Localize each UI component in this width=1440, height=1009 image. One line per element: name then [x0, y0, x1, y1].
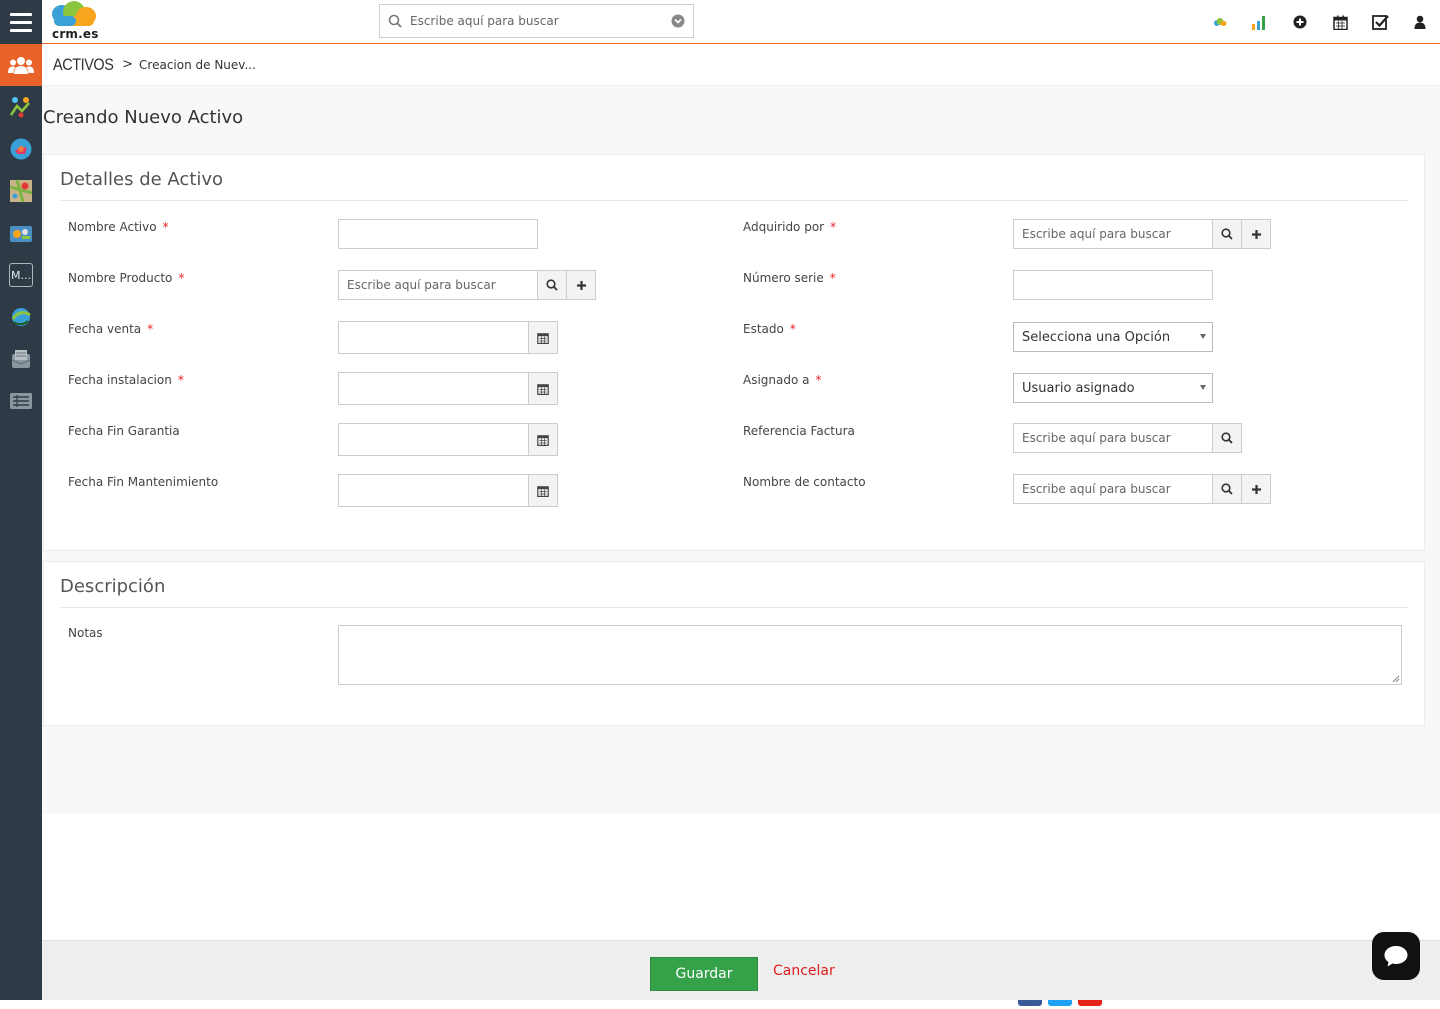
breadcrumb-separator: > — [122, 57, 134, 72]
nombre-contacto-label: Nombre de contacto — [743, 475, 866, 489]
calendar-icon[interactable] — [1320, 0, 1360, 44]
add-icon[interactable] — [1242, 474, 1271, 504]
menu-icon[interactable] — [0, 0, 42, 44]
twitter-icon[interactable] — [1048, 1000, 1072, 1006]
top-bar: crm.es — [0, 0, 1440, 44]
m-icon[interactable]: M... — [0, 254, 42, 296]
referencia-factura-input[interactable]: Escribe aquí para buscar — [1013, 423, 1213, 453]
sales-icon[interactable] — [0, 128, 42, 170]
breadcrumb-current: Creacion de Nuev... — [139, 57, 256, 72]
nombre-producto-field: Escribe aquí para buscar — [338, 270, 596, 300]
global-search-input[interactable] — [410, 6, 663, 36]
page-title: Creando Nuevo Activo — [43, 107, 244, 128]
asignado-a-select[interactable]: Usuario asignado — [1013, 373, 1213, 403]
search-icon[interactable] — [1213, 474, 1242, 504]
calendar-icon[interactable] — [529, 423, 558, 456]
cancel-link[interactable]: Cancelar — [773, 963, 835, 979]
chat-icon[interactable] — [1372, 932, 1420, 980]
fecha-venta-input[interactable] — [338, 321, 529, 354]
adquirido-por-label: Adquirido por * — [743, 220, 837, 234]
user-icon[interactable] — [1400, 0, 1440, 44]
youtube-icon[interactable] — [1078, 1000, 1102, 1006]
asignado-a-label: Asignado a * — [743, 373, 822, 387]
breadcrumb: ACTIVOS > Creacion de Nuev... — [42, 44, 1440, 86]
search-icon[interactable] — [1213, 219, 1242, 249]
asignado-a-value: Usuario asignado — [1022, 380, 1135, 396]
marketing-icon[interactable] — [0, 86, 42, 128]
caret-down-icon — [1200, 334, 1206, 339]
description-block-title: Descripción — [60, 576, 166, 597]
fecha-instalacion-field — [338, 372, 558, 405]
fecha-fin-garantia-input[interactable] — [338, 423, 529, 456]
list-icon[interactable] — [0, 380, 42, 422]
global-search[interactable] — [379, 4, 694, 38]
numero-serie-input[interactable] — [1013, 270, 1213, 300]
fecha-fin-garantia-field — [338, 423, 558, 456]
sidebar: M... — [0, 44, 42, 1000]
fecha-venta-label: Fecha venta * — [68, 322, 154, 336]
numero-serie-label: Número serie * — [743, 271, 836, 285]
breadcrumb-module[interactable]: ACTIVOS — [53, 55, 114, 75]
divider — [60, 200, 1408, 201]
nombre-contacto-field: Escribe aquí para buscar — [1013, 474, 1271, 504]
adquirido-por-field: Escribe aquí para buscar — [1013, 219, 1271, 249]
main-content: Creando Nuevo Activo Detalles de Activo … — [42, 86, 1440, 814]
description-block: Descripción Notas — [43, 561, 1425, 726]
nombre-producto-label: Nombre Producto * — [68, 271, 185, 285]
fecha-instalacion-input[interactable] — [338, 372, 529, 405]
nombre-contacto-input[interactable]: Escribe aquí para buscar — [1013, 474, 1213, 504]
estado-select[interactable]: Selecciona una Opción — [1013, 322, 1213, 352]
cloud-icon[interactable] — [1200, 0, 1240, 44]
notas-label: Notas — [68, 626, 103, 640]
users-icon[interactable] — [0, 44, 42, 86]
fecha-fin-garantia-label: Fecha Fin Garantia — [68, 424, 180, 438]
nombre-activo-input[interactable] — [338, 219, 538, 249]
chevron-down-icon[interactable] — [663, 14, 693, 28]
estado-value: Selecciona una Opción — [1022, 329, 1171, 345]
social-links — [1018, 1000, 1102, 1006]
inventory-icon[interactable] — [0, 212, 42, 254]
search-icon[interactable] — [1213, 423, 1242, 453]
divider — [60, 607, 1408, 608]
notas-textarea[interactable] — [338, 625, 1402, 685]
tasks-icon[interactable] — [1360, 0, 1400, 44]
nombre-producto-input[interactable]: Escribe aquí para buscar — [338, 270, 538, 300]
calendar-icon[interactable] — [529, 321, 558, 354]
fecha-fin-mantenimiento-field — [338, 474, 558, 507]
save-button[interactable]: Guardar — [650, 957, 758, 991]
add-icon[interactable] — [567, 270, 596, 300]
fecha-fin-mantenimiento-label: Fecha Fin Mantenimiento — [68, 475, 219, 489]
estado-label: Estado * — [743, 322, 796, 336]
facebook-icon[interactable] — [1018, 1000, 1042, 1006]
footer-bar: Guardar Cancelar — [42, 940, 1440, 1000]
map-icon[interactable] — [0, 170, 42, 212]
fecha-venta-field — [338, 321, 558, 354]
adquirido-por-input[interactable]: Escribe aquí para buscar — [1013, 219, 1213, 249]
chart-icon[interactable] — [1240, 0, 1280, 44]
calendar-icon[interactable] — [529, 372, 558, 405]
caret-down-icon — [1200, 385, 1206, 390]
details-block: Detalles de Activo Nombre Activo * Nombre… — [43, 154, 1425, 551]
search-icon[interactable] — [538, 270, 567, 300]
globe-icon[interactable] — [0, 296, 42, 338]
add-icon[interactable] — [1280, 0, 1320, 44]
fecha-fin-mantenimiento-input[interactable] — [338, 474, 529, 507]
calendar-icon[interactable] — [529, 474, 558, 507]
fecha-instalacion-label: Fecha instalacion * — [68, 373, 184, 387]
add-icon[interactable] — [1242, 219, 1271, 249]
referencia-factura-label: Referencia Factura — [743, 424, 855, 438]
resize-handle-icon[interactable] — [1392, 675, 1400, 683]
support-icon[interactable] — [0, 338, 42, 380]
details-block-title: Detalles de Activo — [60, 169, 224, 190]
logo-text: crm.es — [52, 27, 99, 41]
nombre-activo-label: Nombre Activo * — [68, 220, 169, 234]
referencia-factura-field: Escribe aquí para buscar — [1013, 423, 1242, 453]
search-icon — [380, 4, 410, 38]
